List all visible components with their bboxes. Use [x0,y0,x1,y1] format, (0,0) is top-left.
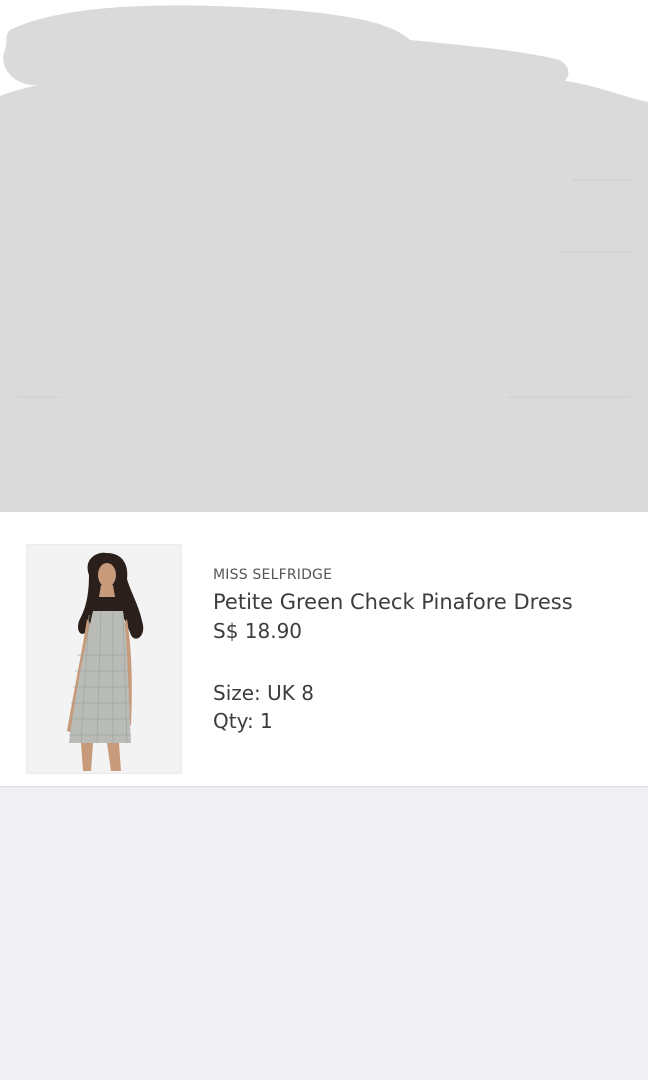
screen: MISS SELFRIDGE Petite Green Check Pinafo… [0,0,648,1080]
product-info: MISS SELFRIDGE Petite Green Check Pinafo… [213,566,633,735]
product-brand: MISS SELFRIDGE [213,567,333,583]
redaction-scribble [0,5,648,512]
product-name[interactable]: Petite Green Check Pinafore Dress [213,588,633,616]
product-quantity: Qty: 1 [213,709,273,733]
product-size: Size: UK 8 [213,681,314,705]
dress-model-illustration [27,545,181,773]
redacted-area [0,0,648,512]
product-options: Size: UK 8 Qty: 1 [213,679,633,735]
product-price: S$ 18.90 [213,619,303,643]
product-image[interactable] [26,544,182,774]
order-item-card[interactable]: MISS SELFRIDGE Petite Green Check Pinafo… [0,512,648,787]
